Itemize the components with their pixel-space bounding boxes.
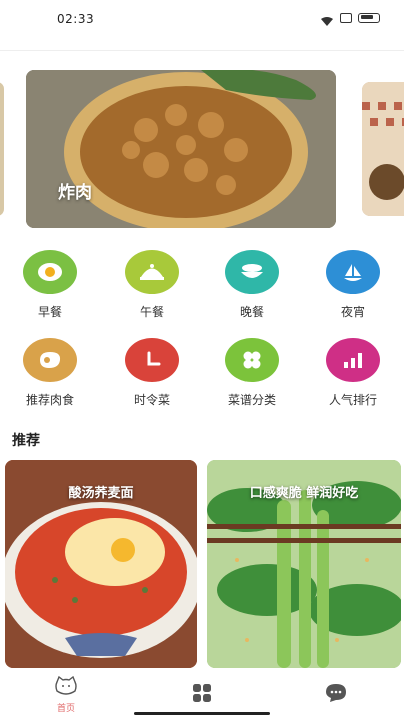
category-label: 午餐: [139, 305, 164, 319]
banner-title: 炸肉: [58, 183, 92, 203]
fried-egg-icon: [23, 250, 77, 294]
nav-home-label: 首页: [56, 704, 75, 714]
category-lunch[interactable]: 午餐: [112, 250, 192, 320]
banner-food-image: [26, 70, 336, 228]
header-divider: [0, 50, 404, 51]
category-late-night[interactable]: 夜宵: [313, 250, 393, 320]
recommend-card-title: 口感爽脆 鲜润好吃: [249, 486, 359, 501]
recommend-card[interactable]: 口感爽脆 鲜润好吃: [207, 460, 401, 668]
cat-face-icon: [54, 675, 78, 700]
category-label: 人气排行: [328, 393, 377, 407]
four-leaf-icon: [225, 338, 279, 382]
nav-categories[interactable]: [172, 683, 232, 707]
chat-bubble-icon: [325, 684, 347, 707]
recommend-card-title: 酸汤荞麦面: [68, 486, 134, 501]
category-label: 晚餐: [239, 305, 264, 319]
banner-carousel[interactable]: 炸肉: [0, 64, 404, 234]
category-recipe-types[interactable]: 菜谱分类: [212, 338, 292, 408]
ranking-bars-icon: [326, 338, 380, 382]
clock-icon: [125, 338, 179, 382]
category-label: 推荐肉食: [25, 393, 74, 407]
category-label: 夜宵: [340, 305, 365, 319]
banner-prev-card[interactable]: [0, 82, 4, 216]
moon-ship-icon: [326, 250, 380, 294]
battery-icon: [358, 12, 380, 23]
sim-icon: [340, 12, 352, 23]
recommend-section-title: 推荐: [12, 433, 40, 449]
grid-icon: [192, 684, 212, 707]
category-label: 时令菜: [133, 393, 170, 407]
meat-steak-icon: [23, 338, 77, 382]
banner-main-card[interactable]: 炸肉: [26, 70, 336, 228]
bottom-nav: 首页: [0, 668, 404, 718]
status-bar: 02:33: [0, 0, 404, 40]
status-icons: [320, 12, 380, 26]
category-recommended-meat[interactable]: 推荐肉食: [10, 338, 90, 408]
category-label: 菜谱分类: [227, 393, 276, 407]
recommend-card[interactable]: 酸汤荞麦面: [5, 460, 197, 668]
category-dinner[interactable]: 晚餐: [212, 250, 292, 320]
category-seasonal[interactable]: 时令菜: [112, 338, 192, 408]
category-breakfast[interactable]: 早餐: [10, 250, 90, 320]
banner-next-card[interactable]: [362, 82, 404, 216]
status-time: 02:33: [57, 12, 95, 26]
category-label: 早餐: [37, 305, 62, 319]
banner-next-image: [362, 82, 404, 216]
food-cloche-icon: [125, 250, 179, 294]
home-indicator: [134, 712, 270, 715]
dinner-bowl-icon: [225, 250, 279, 294]
wifi-icon: [320, 12, 334, 26]
category-popular-ranking[interactable]: 人气排行: [313, 338, 393, 408]
nav-messages[interactable]: [306, 683, 366, 707]
nav-home[interactable]: 首页: [36, 675, 96, 714]
